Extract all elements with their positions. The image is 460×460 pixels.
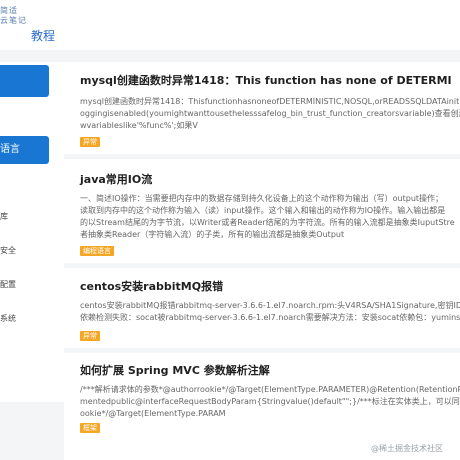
article-desc-line: 者抽象类Reader（字符输入流）的子类，所有的输出流都是抽象类Output [80,230,345,239]
article-tag[interactable]: 框架 [80,423,100,433]
article-title[interactable]: mysql创建函数时异常1418：This function has none … [80,74,452,87]
article-desc-line: mentedpublic@interfaceRequestBodyParam{S… [80,397,460,406]
article-card[interactable]: centos安装rabbitMQ报错 centos安装rabbitMQ报错rab… [64,268,460,348]
article-desc-line: 一、简述IO操作：当需要把内存中的数据存储到持久化设备上的这个动作称为输出（写）… [80,194,444,203]
article-card[interactable]: mysql创建函数时异常1418：This function has none … [64,62,460,154]
article-desc-line: wvariableslike'%func%';如果V [80,121,198,130]
article-title[interactable]: centos安装rabbitMQ报错 [80,280,223,293]
logo-line-1: 简适 [0,6,18,15]
sidebar-item-database[interactable]: 库 [0,212,8,222]
sidebar-item-label: 语言 [0,144,20,155]
sidebar-item-top[interactable] [0,65,49,97]
article-desc-line: mysql创建函数时异常1418：ThisfunctionhasnoneofDE… [80,97,460,106]
article-desc-line: ookie*/@Target(ElementType.PARAM [80,409,226,418]
site-logo[interactable]: 简适 云笔记 [0,6,27,26]
category-sidebar: 语言 库 安全 配置 系统 [0,62,64,402]
nav-item-tutorial[interactable]: 教程 [31,29,55,43]
logo-line-2: 云笔记 [0,16,27,25]
article-desc-line: /***解析请求体的参数*@authorrookie*/@Target(Elem… [80,385,460,394]
sidebar-item-config[interactable]: 配置 [0,280,16,290]
article-desc-line: centos安装rabbitMQ报错rabbitmq-server-3.6.6-… [80,301,460,310]
article-card[interactable]: java常用IO流 一、简述IO操作：当需要把内存中的数据存储到持久化设备上的这… [64,159,460,263]
sidebar-item-language[interactable]: 语言 [0,136,49,164]
article-desc-line: 依赖检测失败：socat被rabbitmq-server-3.6.6-1.el7… [80,313,460,322]
article-tag[interactable]: 编程语言 [80,246,114,256]
article-title[interactable]: java常用IO流 [80,173,152,186]
article-title[interactable]: 如何扩展 Spring MVC 参数解析注解 [80,364,270,377]
article-tag[interactable]: 异常 [80,331,100,341]
sidebar-item-security[interactable]: 安全 [0,246,16,256]
article-desc-line: 的以Stream结尾的为字节流，以Writer或者Reader结尾的为字符流。所… [80,218,455,227]
article-tag[interactable]: 异常 [80,137,100,147]
watermark: @稀土掘金技术社区 [371,444,443,453]
top-header: 简适 云笔记 教程 [0,0,460,50]
sidebar-item-system[interactable]: 系统 [0,314,16,324]
article-desc-line: oggingisenabled(youmightwanttousetheless… [80,109,460,118]
article-desc-line: 读取到内存中的这个动作称为输入（读）input操作。这个输入和输出的动作称为IO… [80,206,446,215]
article-list: mysql创建函数时异常1418：This function has none … [64,62,460,460]
